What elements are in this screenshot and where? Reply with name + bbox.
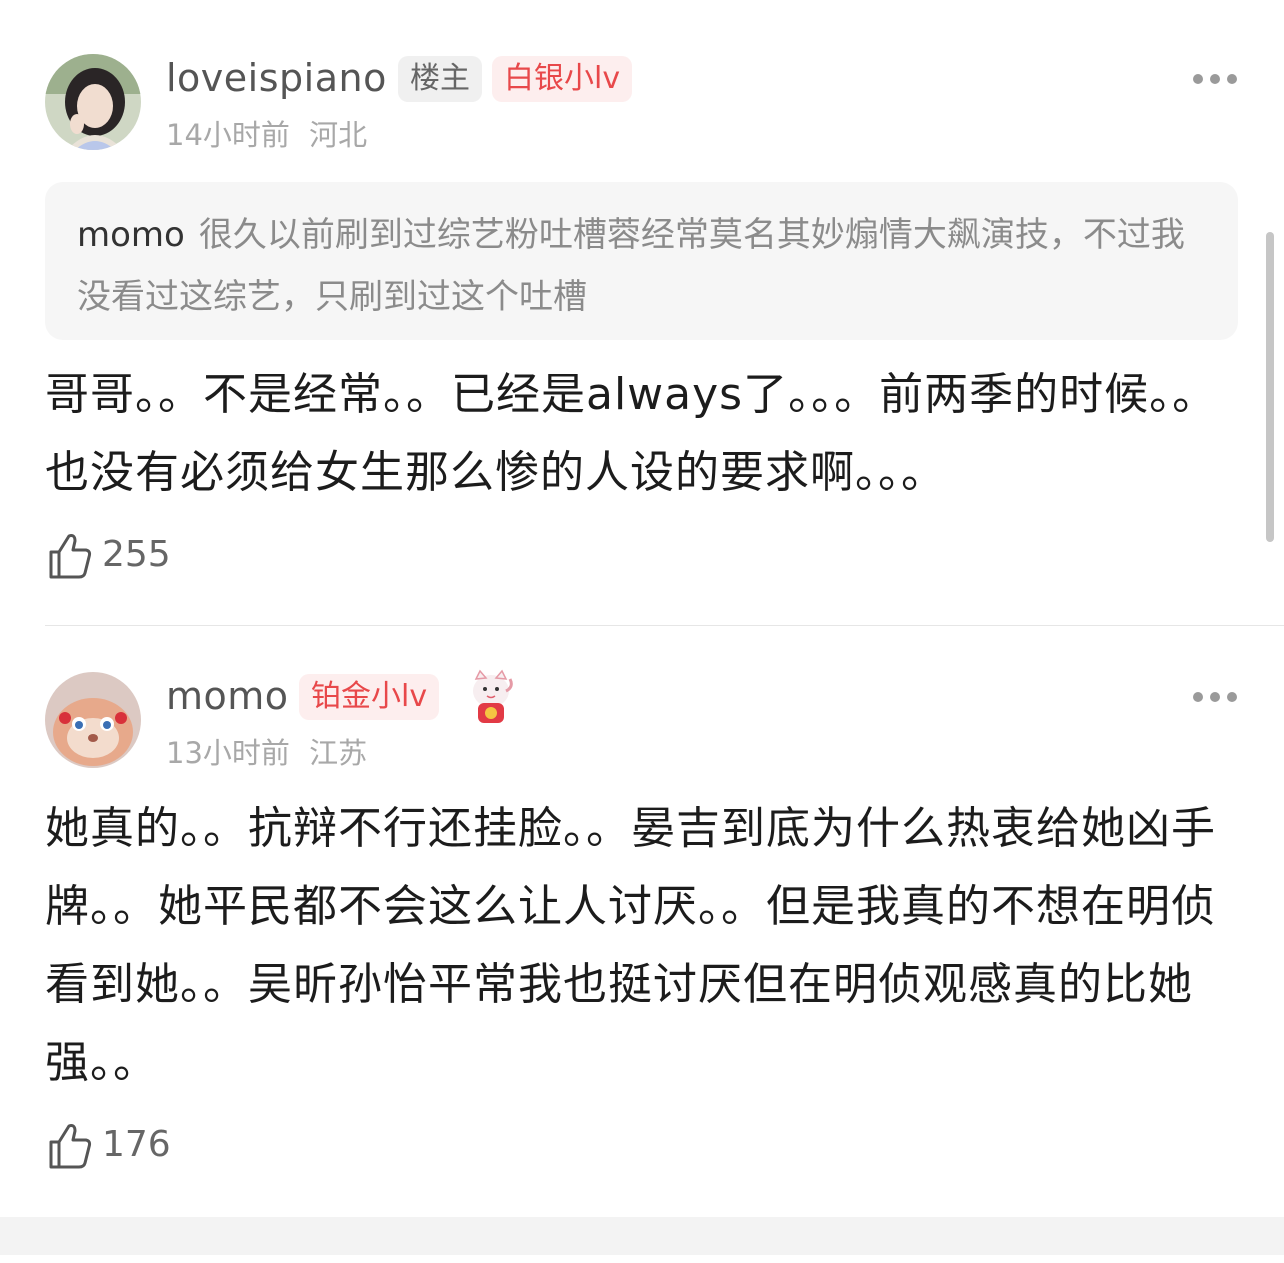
lucky-cat-badge-icon: [466, 669, 516, 725]
comment-location: 江苏: [309, 736, 368, 770]
like-count: 176: [102, 1124, 171, 1165]
level-tag[interactable]: 铂金小lv: [299, 674, 440, 720]
more-dots-icon[interactable]: [1192, 689, 1238, 703]
comment-item-2: momo 铂金小lv 13小时前 江苏 她真的。。抗辩不行还挂脸。。晏吉到底为什…: [0, 0, 1284, 1217]
bottom-strip: [0, 1217, 1284, 1255]
avatar[interactable]: [45, 672, 141, 768]
scrollbar[interactable]: [1266, 232, 1274, 542]
comment-text: 她真的。。抗辩不行还挂脸。。晏吉到底为什么热衷给她凶手牌。。她平民都不会这么让人…: [45, 803, 1216, 1088]
thumbs-up-icon: [49, 1124, 92, 1169]
username[interactable]: momo: [166, 674, 289, 718]
comment-meta: 13小时前 江苏: [166, 730, 367, 772]
comment-time: 13小时前: [166, 736, 290, 770]
